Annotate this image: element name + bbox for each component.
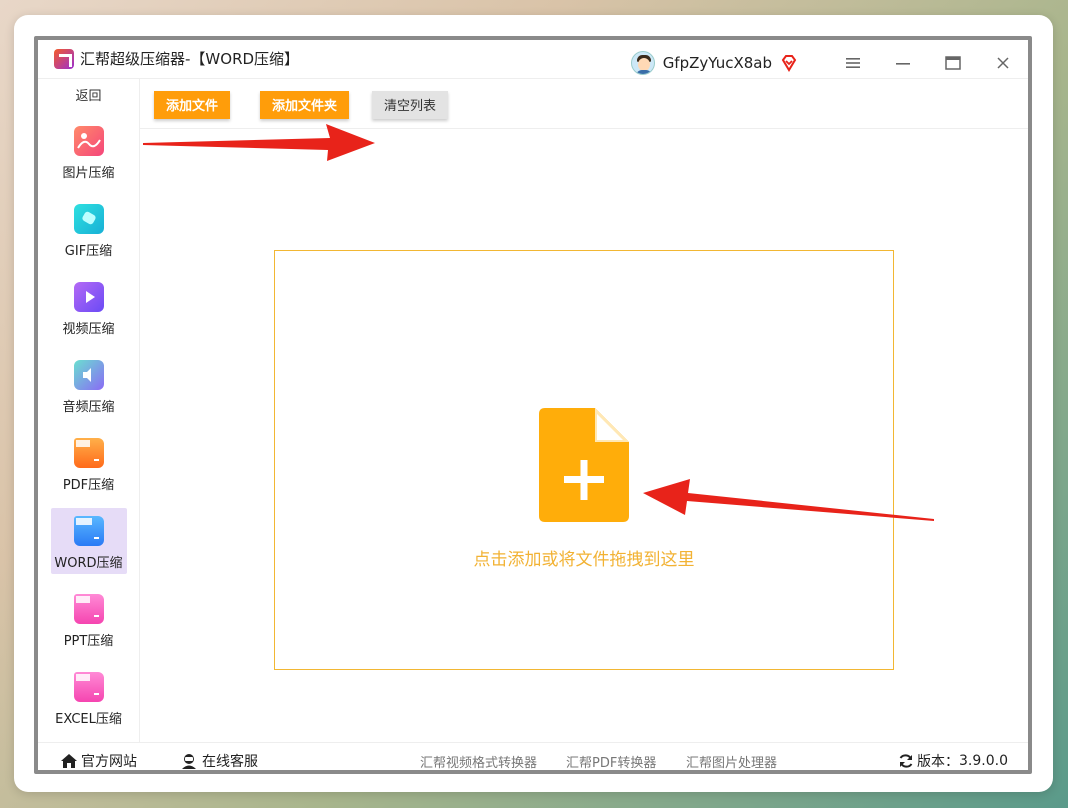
- add-file-icon: [539, 407, 629, 522]
- sidebar-item-word[interactable]: WORD压缩: [50, 507, 127, 574]
- vip-diamond-icon[interactable]: [780, 54, 798, 72]
- official-website-link[interactable]: 官方网站: [60, 751, 137, 771]
- sidebar-item-label: EXCEL压缩: [55, 711, 122, 727]
- home-icon: [61, 753, 77, 768]
- file-dropzone[interactable]: 点击添加或将文件拖拽到这里: [274, 249, 894, 670]
- app-logo-icon: [54, 48, 74, 69]
- avatar[interactable]: [630, 51, 655, 75]
- version-label: 版本：: [917, 753, 959, 770]
- sidebar: 返回 图片压缩 GIF压缩 视频压缩 音频压缩 PDF压缩 WORD压缩 PPT…: [38, 78, 140, 742]
- audio-icon: [73, 359, 104, 390]
- pdf-icon: [73, 437, 104, 468]
- official-website-label: 官方网站: [81, 753, 137, 770]
- sidebar-item-excel[interactable]: EXCEL压缩: [51, 664, 127, 730]
- minimize-icon: [896, 63, 910, 65]
- sidebar-item-pdf[interactable]: PDF压缩: [51, 430, 127, 496]
- close-icon: [997, 57, 1009, 69]
- main-area: 返回 图片压缩 GIF压缩 视频压缩 音频压缩 PDF压缩 WORD压缩 PPT…: [38, 78, 1028, 742]
- video-icon: [73, 281, 104, 312]
- sidebar-item-audio[interactable]: 音频压缩: [51, 352, 127, 418]
- window-title-suffix: -【WORD压缩】: [185, 50, 300, 69]
- footer-link-image-processor[interactable]: 汇帮图片处理器: [686, 752, 777, 771]
- footer-link-pdf-converter[interactable]: 汇帮PDF转换器: [566, 752, 656, 771]
- online-support-link[interactable]: 在线客服: [180, 751, 258, 771]
- footer-link-video-converter[interactable]: 汇帮视频格式转换器: [420, 752, 537, 771]
- app-body: 汇帮超级压缩器 -【WORD压缩】 GfpZyYucX8ab 返回 图片压缩 G…: [38, 40, 1028, 771]
- maximize-icon: [945, 56, 961, 70]
- sidebar-item-label: 视频压缩: [62, 321, 115, 337]
- sidebar-item-video[interactable]: 视频压缩: [51, 274, 127, 340]
- excel-icon: [73, 671, 104, 702]
- add-folder-button[interactable]: 添加文件夹: [260, 90, 350, 119]
- word-icon: [73, 515, 104, 546]
- image-icon: [73, 125, 104, 156]
- gif-icon: [73, 203, 104, 234]
- version-value: 3.9.0.0: [959, 752, 1008, 769]
- sidebar-item-label: GIF压缩: [64, 243, 113, 259]
- toolbar: 添加文件 添加文件夹 清空列表: [140, 79, 1028, 129]
- dropzone-hint: 点击添加或将文件拖拽到这里: [473, 549, 695, 570]
- sidebar-item-label: 音频压缩: [62, 399, 115, 415]
- sidebar-item-ppt[interactable]: PPT压缩: [51, 586, 127, 652]
- online-support-label: 在线客服: [202, 753, 258, 770]
- app-window: 汇帮超级压缩器 -【WORD压缩】 GfpZyYucX8ab 返回 图片压缩 G…: [34, 36, 1032, 774]
- app-name: 汇帮超级压缩器: [80, 50, 186, 69]
- ppt-icon: [73, 593, 104, 624]
- version-info[interactable]: 版本： 3.9.0.0: [898, 751, 1008, 771]
- sidebar-item-label: WORD压缩: [54, 555, 123, 571]
- customer-service-icon: [182, 753, 196, 769]
- refresh-icon: [899, 753, 913, 768]
- sidebar-item-image[interactable]: 图片压缩: [51, 118, 127, 184]
- add-file-button[interactable]: 添加文件: [154, 90, 231, 119]
- sidebar-item-label: PPT压缩: [63, 633, 114, 649]
- footer: 官方网站 在线客服 汇帮视频格式转换器 汇帮PDF转换器 汇帮图片处理器 版本：…: [38, 741, 1028, 771]
- clear-list-button[interactable]: 清空列表: [372, 90, 449, 119]
- username[interactable]: GfpZyYucX8ab: [663, 54, 772, 72]
- title-bar: 汇帮超级压缩器 -【WORD压缩】 GfpZyYucX8ab: [38, 40, 1028, 79]
- sidebar-item-gif[interactable]: GIF压缩: [51, 196, 127, 262]
- sidebar-item-label: 图片压缩: [62, 165, 115, 181]
- menu-icon: [846, 58, 860, 68]
- content-area: 添加文件 添加文件夹 清空列表 点击添加或将文件拖拽到这里: [140, 79, 1028, 742]
- back-link[interactable]: 返回: [75, 85, 101, 104]
- sidebar-item-label: PDF压缩: [62, 477, 115, 493]
